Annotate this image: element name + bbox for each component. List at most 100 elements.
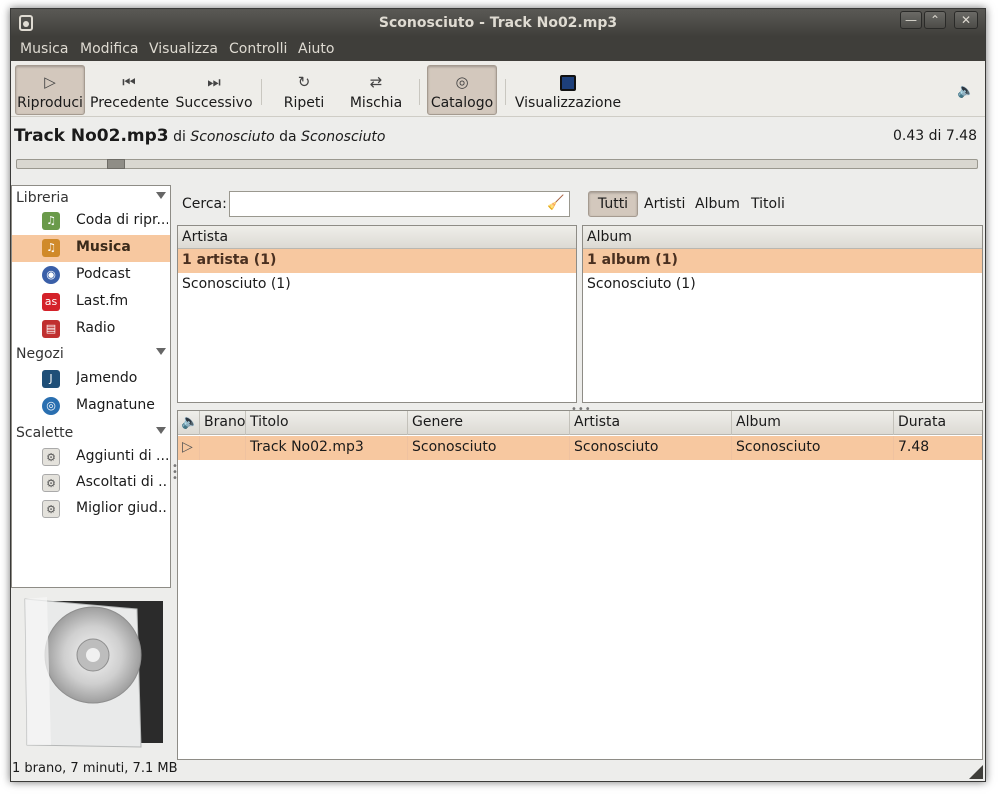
artist-column-header[interactable]: Artista: [178, 226, 576, 249]
visualization-icon: [514, 73, 622, 91]
filter-artists-button[interactable]: Artisti: [644, 196, 685, 212]
column-album[interactable]: Album: [732, 411, 894, 435]
queue-icon: ♫: [42, 212, 60, 230]
lastfm-icon: as: [42, 293, 60, 311]
maximize-button[interactable]: ⌃: [924, 11, 946, 29]
volume-icon[interactable]: 🔈: [957, 83, 974, 99]
column-artist[interactable]: Artista: [570, 411, 732, 435]
sidebar-item-magnatune[interactable]: ◎ Magnatune: [12, 393, 170, 420]
search-label: Cerca:: [182, 196, 227, 212]
seek-handle[interactable]: [107, 159, 125, 169]
clear-search-icon[interactable]: 🧹: [547, 195, 564, 211]
column-title[interactable]: Titolo: [246, 411, 408, 435]
artist-row-all[interactable]: 1 artista (1): [178, 249, 576, 273]
source-list: Libreria ♫ Coda di ripr... ♫ Musica ◉ Po…: [11, 185, 171, 588]
collapse-arrow-icon: [156, 348, 166, 355]
sidebar-item-playlist-top-rated[interactable]: ⚙ Miglior giud...: [12, 496, 170, 523]
window-resize-grip[interactable]: [969, 765, 983, 779]
rhythmbox-window: Sconosciuto - Track No02.mp3 — ⌃ ✕ Music…: [10, 8, 986, 782]
track-title: Track No02.mp3: [14, 126, 169, 146]
sidebar-item-music[interactable]: ♫ Musica: [12, 235, 170, 262]
from-label: da: [279, 129, 297, 145]
cell-genre: Sconosciuto: [408, 436, 570, 460]
next-button[interactable]: ⏭ Successivo: [173, 65, 255, 115]
filter-albums-button[interactable]: Album: [695, 196, 740, 212]
menu-modifica[interactable]: Modifica: [80, 41, 139, 57]
now-playing-label: Track No02.mp3 di Sconosciuto da Sconosc…: [14, 126, 386, 146]
column-genre[interactable]: Genere: [408, 411, 570, 435]
album-pane: Album 1 album (1) Sconosciuto (1): [582, 225, 983, 403]
sidebar-item-jamendo[interactable]: J Jamendo: [12, 366, 170, 393]
menu-visualizza[interactable]: Visualizza: [149, 41, 218, 57]
browse-button[interactable]: ◎ Catalogo: [427, 65, 497, 115]
shuffle-icon: ⇄: [369, 73, 383, 91]
column-track-number[interactable]: Brano: [200, 411, 246, 435]
elapsed-time: 0.43 di 7.48: [892, 128, 977, 144]
filter-all-button[interactable]: Tutti: [588, 191, 638, 217]
collapse-arrow-icon: [156, 427, 166, 434]
magnatune-icon: ◎: [42, 397, 60, 415]
previous-icon: ⏮: [122, 73, 136, 91]
music-icon: ♫: [42, 239, 60, 257]
sidebar-item-podcast[interactable]: ◉ Podcast: [12, 262, 170, 289]
artist-pane: Artista 1 artista (1) Sconosciuto (1): [177, 225, 577, 403]
menu-controlli[interactable]: Controlli: [229, 41, 287, 57]
radio-icon: ▤: [42, 320, 60, 338]
visualization-button[interactable]: Visualizzazione: [513, 65, 623, 115]
cell-title: Track No02.mp3: [246, 436, 408, 460]
gear-icon: ⚙: [42, 500, 60, 518]
menu-bar: Musica Modifica Visualizza Controlli Aiu…: [11, 37, 985, 61]
artist-name: Sconosciuto: [190, 129, 275, 145]
toolbar-separator: [261, 79, 262, 105]
artist-row[interactable]: Sconosciuto (1): [178, 273, 576, 297]
album-row[interactable]: Sconosciuto (1): [583, 273, 982, 297]
album-column-header[interactable]: Album: [583, 226, 982, 249]
by-label: di: [173, 129, 186, 145]
cell-duration: 7.48: [898, 439, 930, 455]
window-title: Sconosciuto - Track No02.mp3: [378, 15, 618, 31]
status-bar: 1 brano, 7 minuti, 7.1 MB: [12, 761, 178, 776]
shuffle-button[interactable]: ⇄ Mischia: [343, 65, 409, 115]
seek-bar[interactable]: [16, 159, 978, 169]
track-list: 🔈 Brano Titolo Genere Artista Album Dura…: [177, 410, 983, 760]
toolbar-separator: [419, 79, 420, 105]
sidebar-item-queue[interactable]: ♫ Coda di ripr...: [12, 208, 170, 235]
album-row-all[interactable]: 1 album (1): [583, 249, 982, 273]
track-list-header: 🔈 Brano Titolo Genere Artista Album Dura…: [178, 411, 982, 435]
podcast-icon: ◉: [42, 266, 60, 284]
jamendo-icon: J: [42, 370, 60, 388]
now-playing-column-icon[interactable]: 🔈: [178, 411, 200, 435]
sidebar-item-radio[interactable]: ▤ Radio: [12, 316, 170, 343]
menu-aiuto[interactable]: Aiuto: [298, 41, 334, 57]
toolbar-separator: [505, 79, 506, 105]
toolbar: ▷ Riproduci ⏮ Precedente ⏭ Successivo ↻ …: [11, 61, 985, 117]
sidebar-item-playlist-recently-played[interactable]: ⚙ Ascoltati di ...: [12, 470, 170, 497]
album-cover-icon: [24, 597, 163, 748]
search-input[interactable]: [229, 191, 570, 217]
repeat-button[interactable]: ↻ Ripeti: [273, 65, 335, 115]
table-row[interactable]: ▷ Track No02.mp3 Sconosciuto Sconosciuto…: [178, 436, 982, 460]
group-header-negozi[interactable]: Negozi: [16, 346, 168, 362]
catalog-icon: ◎: [455, 73, 469, 91]
play-button[interactable]: ▷ Riproduci: [15, 65, 85, 115]
menu-musica[interactable]: Musica: [20, 41, 68, 57]
cell-album: Sconosciuto: [732, 436, 894, 460]
column-duration[interactable]: Durata: [894, 411, 982, 435]
group-header-libreria[interactable]: Libreria: [16, 190, 168, 206]
sidebar-item-playlist-recently-added[interactable]: ⚙ Aggiunti di ...: [12, 444, 170, 471]
minimize-button[interactable]: —: [900, 11, 922, 29]
collapse-arrow-icon: [156, 192, 166, 199]
filter-titles-button[interactable]: Titoli: [751, 196, 785, 212]
album-name: Sconosciuto: [301, 129, 386, 145]
sidebar-item-lastfm[interactable]: as Last.fm: [12, 289, 170, 316]
group-header-scalette[interactable]: Scalette: [16, 425, 168, 441]
close-button[interactable]: ✕: [954, 11, 978, 29]
cell-track-number: [200, 436, 246, 460]
playing-indicator-icon: ▷: [178, 436, 200, 460]
title-bar[interactable]: Sconosciuto - Track No02.mp3 — ⌃ ✕: [11, 9, 985, 37]
repeat-icon: ↻: [297, 73, 311, 91]
gear-icon: ⚙: [42, 448, 60, 466]
cell-artist: Sconosciuto: [570, 436, 732, 460]
next-icon: ⏭: [207, 73, 221, 91]
previous-button[interactable]: ⏮ Precedente: [89, 65, 169, 115]
